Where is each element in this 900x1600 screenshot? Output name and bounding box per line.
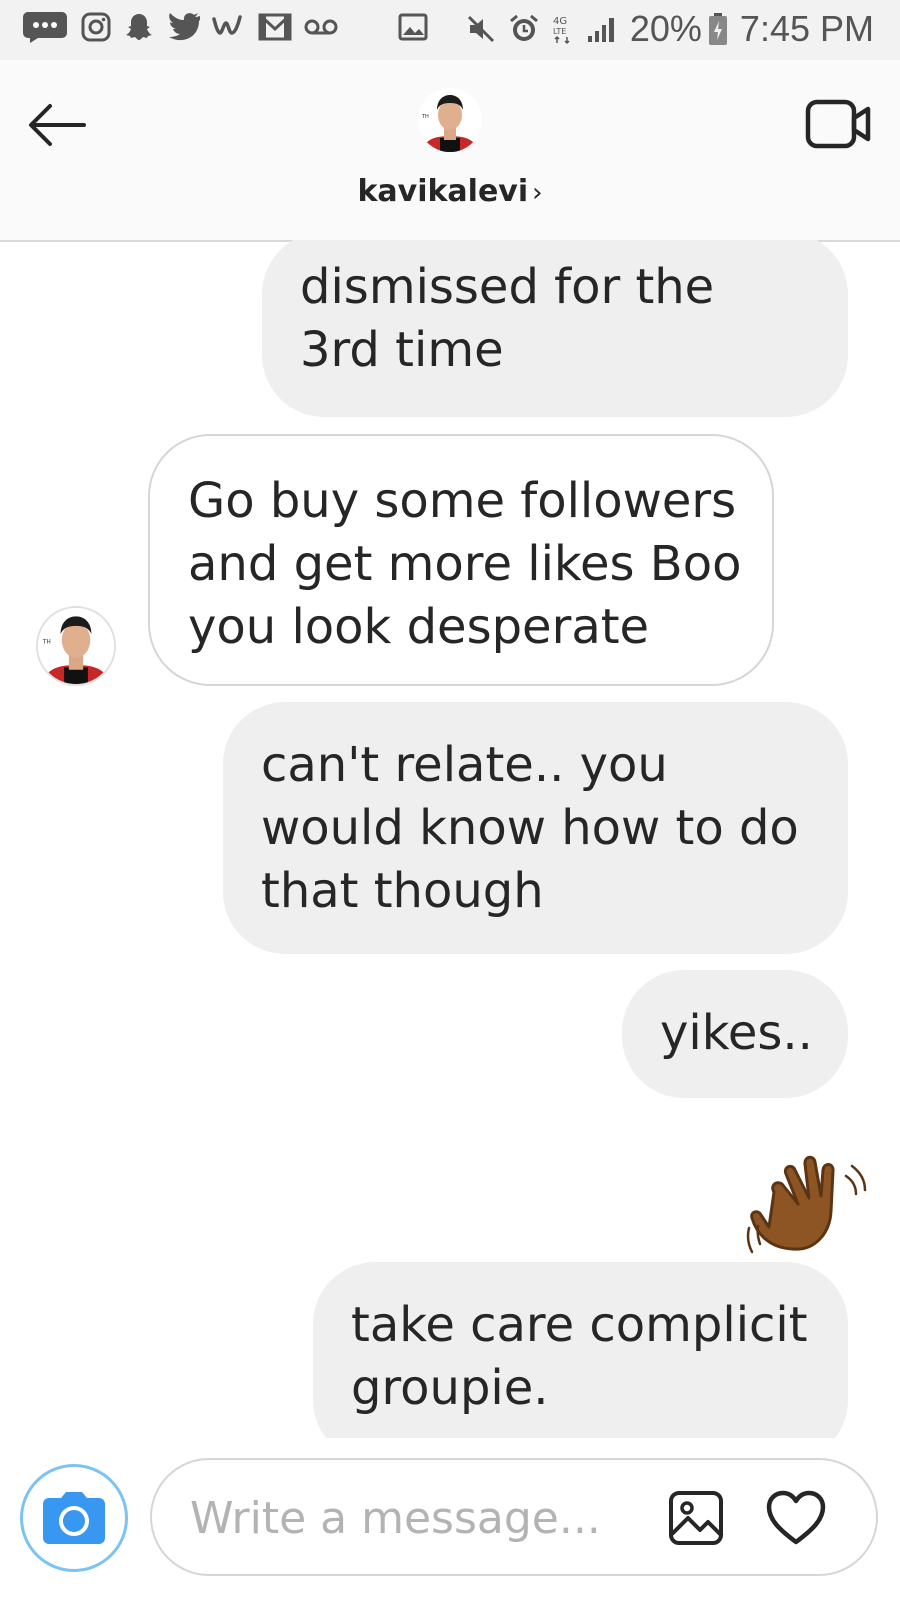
message-bubble-sent[interactable]: dismissed for the 3rd time [262,240,848,417]
message-text: take care complicit groupie. [351,1297,808,1416]
message-text: Go buy some followers and get more likes… [188,473,742,655]
heart-icon [766,1490,826,1545]
svg-text:TH: TH [42,639,51,646]
status-bar: 4G LTE 20% 7:45 PM [0,0,900,60]
twitter-icon [166,12,200,42]
gallery-icon [669,1491,724,1545]
system-status: 4G LTE 20% 7:45 PM [466,8,874,50]
voicemail-icon [304,16,338,38]
message-composer [0,1438,900,1600]
back-arrow-icon [29,104,86,146]
username-text: kavikalevi [357,174,529,209]
svg-text:4G: 4G [553,16,567,27]
camera-icon [43,1492,105,1544]
message-bubble-sent[interactable]: can't relate.. you would know how to do … [223,702,848,954]
like-button[interactable] [766,1490,826,1546]
sender-avatar[interactable]: TH [36,606,116,686]
waving-hand-emoji[interactable] [746,1152,868,1274]
chat-header: TH kavikalevi › [0,60,900,242]
lte-icon: 4G LTE [552,13,574,45]
battery-charging-icon [708,12,728,46]
message-text: can't relate.. you would know how to do … [261,737,799,919]
gallery-notification-icon [398,13,428,41]
notification-icons [22,10,428,44]
message-input-container [150,1458,878,1576]
camera-button-inner [30,1474,118,1562]
alarm-icon [508,13,540,45]
svg-text:LTE: LTE [553,27,566,36]
header-avatar[interactable]: TH [418,88,482,152]
instagram-icon [80,11,112,43]
more-messages-icon [22,10,68,44]
back-button[interactable] [24,100,98,150]
message-text: dismissed for the 3rd time [300,259,715,378]
chevron-right-icon: › [532,178,543,208]
gallery-button[interactable] [668,1490,724,1546]
gmail-icon [258,12,292,42]
message-thread[interactable]: dismissed for the 3rd time TH Go buy som… [0,240,900,1438]
signal-icon [586,14,618,44]
w-app-icon [212,13,246,41]
message-bubble-sent[interactable]: yikes.. [622,970,848,1098]
chat-username[interactable]: kavikalevi › [0,174,900,209]
message-bubble-received[interactable]: Go buy some followers and get more likes… [148,434,774,686]
snapchat-icon [124,11,154,43]
message-text: yikes.. [660,1005,813,1061]
clock: 7:45 PM [739,8,874,49]
battery-percent: 20% [629,8,702,49]
video-call-button[interactable] [804,96,874,152]
video-call-icon [805,99,871,149]
message-bubble-sent[interactable]: take care complicit groupie. [313,1262,848,1438]
message-input[interactable] [188,1460,662,1576]
mute-icon [466,14,496,44]
svg-text:TH: TH [421,114,429,120]
camera-button[interactable] [20,1464,128,1572]
